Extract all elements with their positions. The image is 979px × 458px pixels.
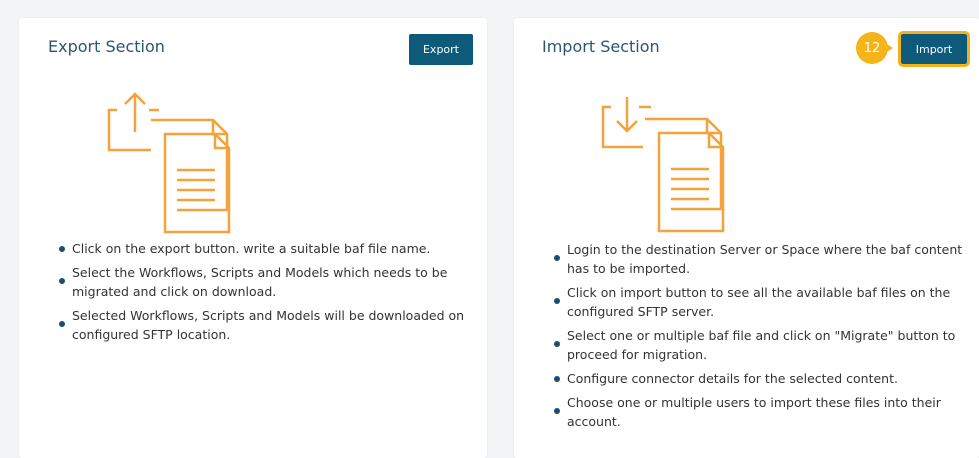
list-item: Choose one or multiple users to import t… <box>554 393 969 431</box>
import-button[interactable]: Import <box>898 31 970 67</box>
file-upload-icon <box>105 84 235 238</box>
bullet-icon <box>554 298 560 304</box>
import-section-card: Import Section 12 Import Login to the de… <box>514 18 979 458</box>
export-section-title: Export Section <box>48 37 165 56</box>
bullet-icon <box>59 321 65 327</box>
import-section-title: Import Section <box>542 37 660 56</box>
bullet-icon <box>59 246 65 252</box>
bullet-icon <box>554 341 560 347</box>
list-item: Click on the export button. write a suit… <box>59 239 474 258</box>
list-item: Select one or multiple baf file and clic… <box>554 326 969 364</box>
list-item: Selected Workflows, Scripts and Models w… <box>59 306 474 344</box>
list-item: Configure connector details for the sele… <box>554 369 969 388</box>
bullet-icon <box>554 255 560 261</box>
bullet-icon <box>59 278 65 284</box>
import-steps-list: Login to the destination Server or Space… <box>554 240 969 436</box>
list-item: Select the Workflows, Scripts and Models… <box>59 263 474 301</box>
bullet-icon <box>554 376 560 382</box>
callout-pointer-icon <box>882 41 893 55</box>
step-callout-marker: 12 <box>856 32 896 64</box>
export-button[interactable]: Export <box>409 34 473 65</box>
list-item: Click on import button to see all the av… <box>554 283 969 321</box>
list-item: Login to the destination Server or Space… <box>554 240 969 278</box>
export-section-card: Export Section Export Click on the expor… <box>19 18 487 458</box>
bullet-icon <box>554 408 560 414</box>
export-steps-list: Click on the export button. write a suit… <box>59 239 474 349</box>
file-download-icon <box>599 87 729 241</box>
